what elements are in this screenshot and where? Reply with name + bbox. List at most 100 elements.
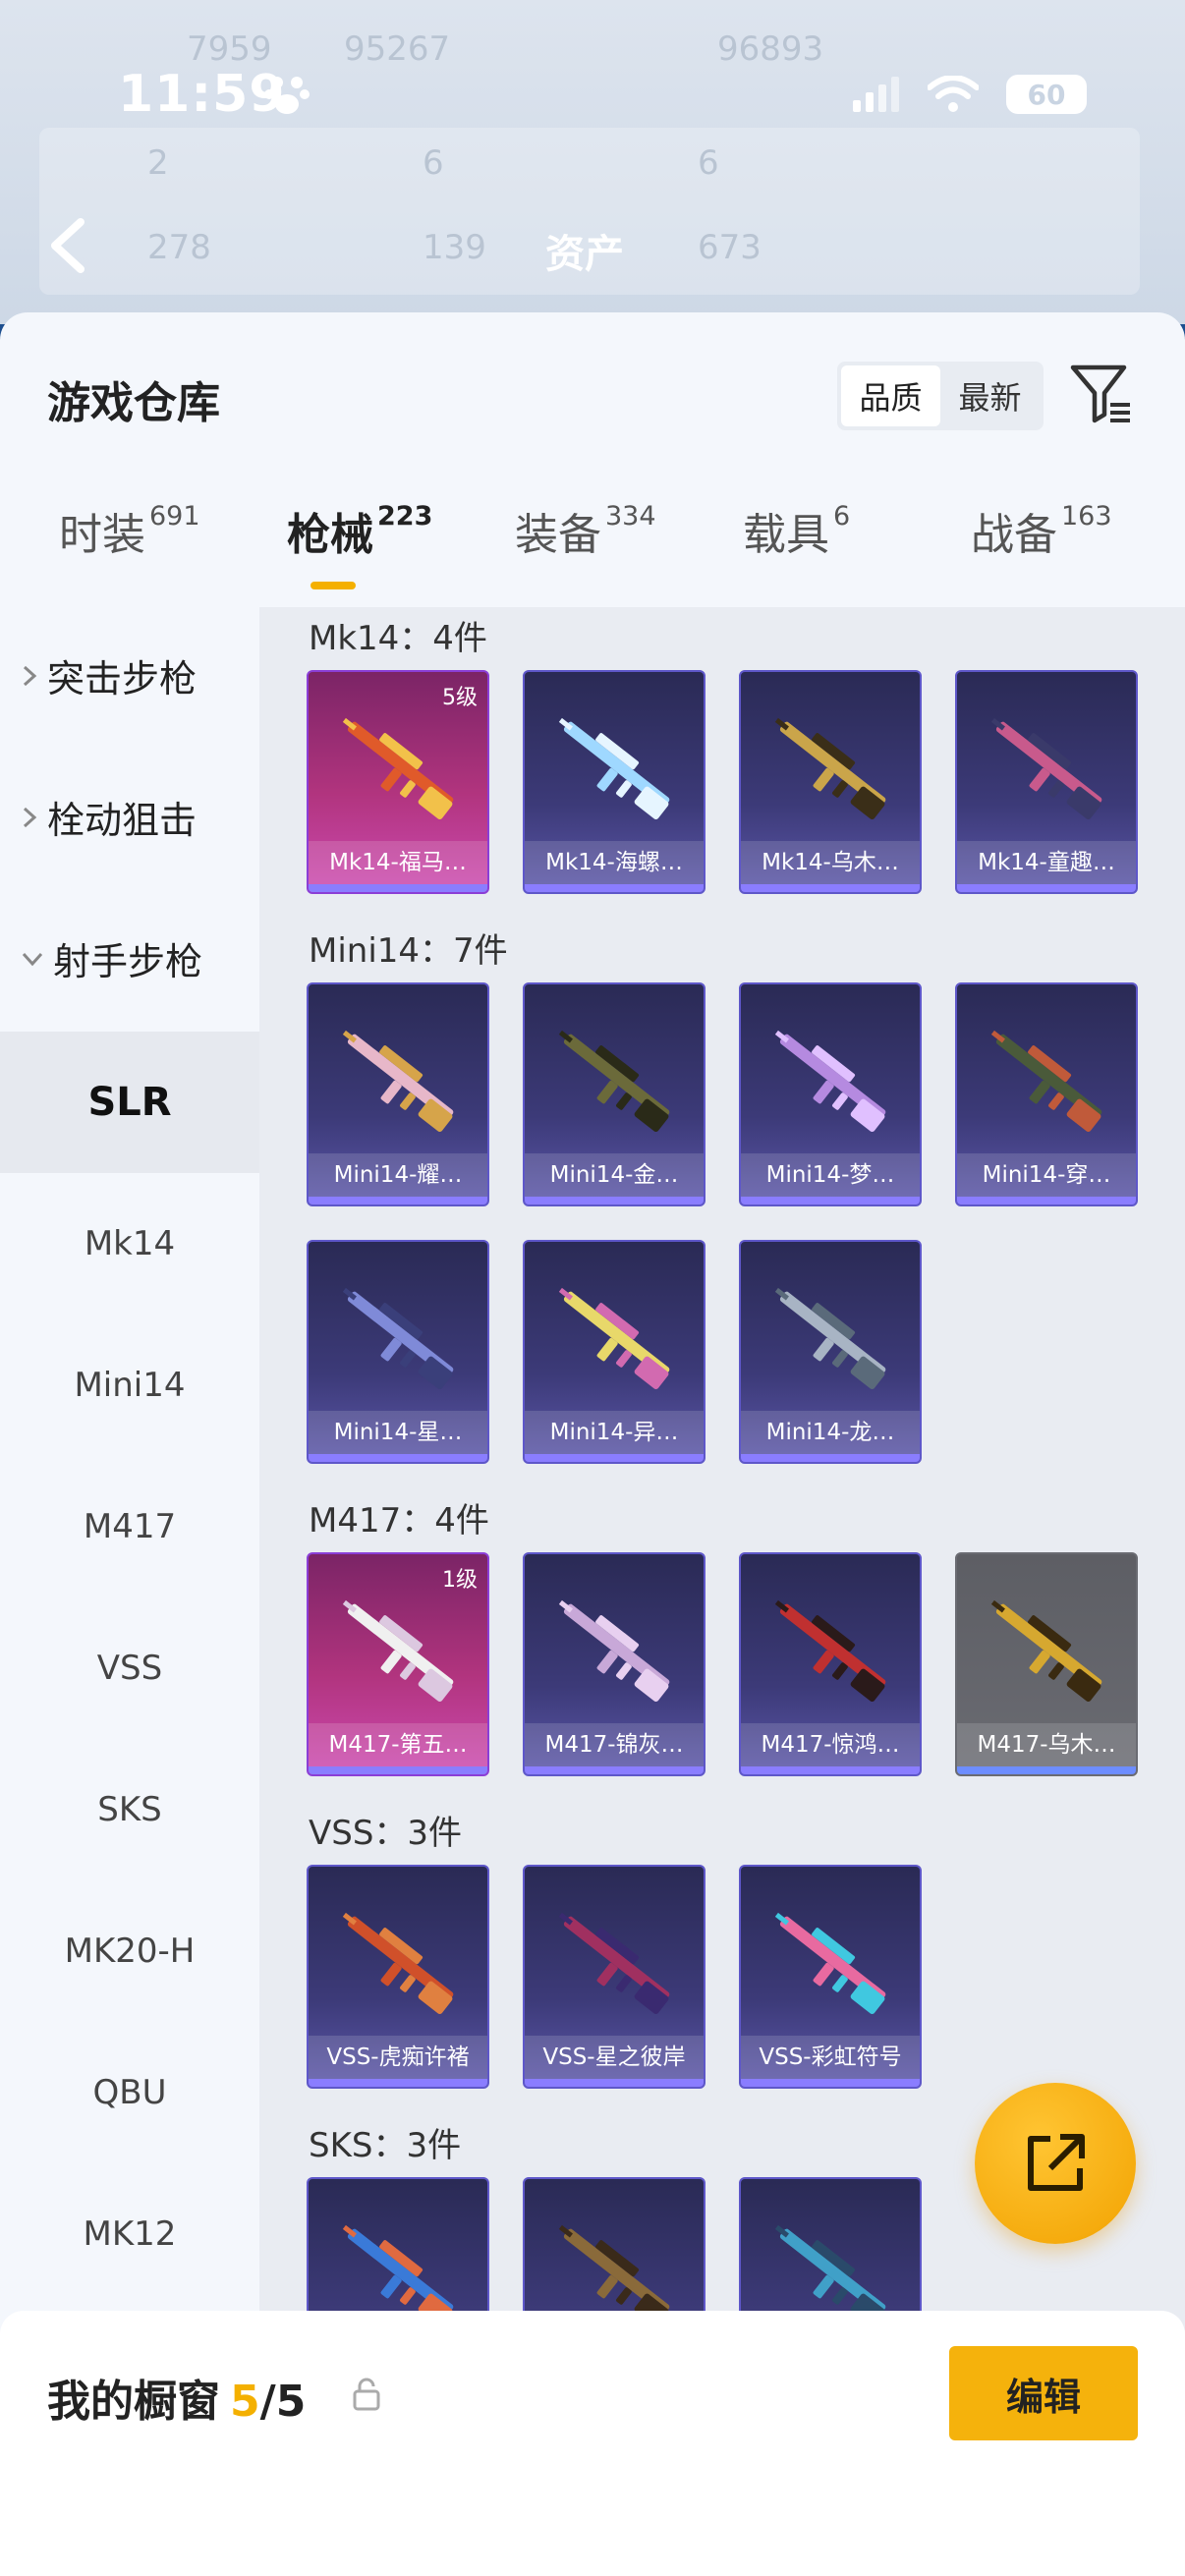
skin-card[interactable]: Mini14-异…	[523, 1240, 705, 1464]
skin-card[interactable]: M417-惊鸿…	[739, 1552, 922, 1776]
card-bottom-bar	[741, 884, 920, 892]
skin-card[interactable]: VSS-虎痴许褚	[307, 1865, 489, 2089]
skin-name: Mini14-穿…	[957, 1153, 1136, 1197]
status-time: 11:59	[118, 65, 286, 124]
rifle-icon	[558, 1030, 670, 1133]
sort-latest-button[interactable]: 最新	[940, 365, 1040, 426]
tab-fashion[interactable]: 时装 691	[59, 499, 200, 562]
category-tabs: 时装 691 枪械 223 装备 334 载具 6 战备 163	[0, 499, 1185, 597]
tab-firearms[interactable]: 枪械 223	[287, 499, 432, 562]
bg-faint-number: 2	[147, 143, 169, 183]
rifle-icon	[774, 1030, 886, 1133]
card-bottom-bar	[957, 1766, 1136, 1774]
tab-count: 163	[1061, 501, 1112, 532]
sidebar-item-marksman-rifle[interactable]: 射手步枪	[20, 931, 202, 985]
skin-card[interactable]: M417-乌木…	[955, 1552, 1138, 1776]
filter-icon[interactable]	[1069, 362, 1134, 426]
edit-button[interactable]: 编辑	[949, 2346, 1138, 2440]
sidebar-subitem-mk14[interactable]: Mk14	[0, 1173, 259, 1315]
skin-name: Mini14-耀…	[309, 1153, 487, 1197]
skin-name: Mk14-福马…	[309, 841, 487, 884]
card-bottom-bar	[309, 1766, 487, 1774]
skin-name: Mk14-海螺…	[525, 841, 704, 884]
skin-card[interactable]: Mk14-海螺…	[523, 670, 705, 894]
group-label: SKS：3件	[309, 2126, 462, 2165]
skin-name: Mini14-异…	[525, 1411, 704, 1454]
skin-card[interactable]	[739, 2177, 922, 2330]
skin-card[interactable]: Mini14-金…	[523, 982, 705, 1206]
card-bottom-bar	[525, 1197, 704, 1204]
rifle-icon	[342, 1030, 454, 1133]
bg-faint-number: 278	[147, 228, 211, 267]
tab-supplies[interactable]: 战备 163	[971, 499, 1112, 562]
tab-count: 6	[833, 501, 851, 532]
skin-card[interactable]: Mk14-童趣…	[955, 670, 1138, 894]
skin-card[interactable]: Mini14-龙…	[739, 1240, 922, 1464]
card-bottom-bar	[525, 2079, 704, 2087]
card-bottom-bar	[741, 1454, 920, 1462]
skin-name: Mini14-龙…	[741, 1411, 920, 1454]
tab-count: 691	[149, 501, 200, 532]
back-icon[interactable]	[45, 216, 92, 275]
skin-name: VSS-彩虹符号	[741, 2036, 920, 2079]
tab-active-indicator	[310, 582, 356, 589]
skin-name: VSS-星之彼岸	[525, 2036, 704, 2079]
skin-card[interactable]	[523, 2177, 705, 2330]
card-bottom-bar	[957, 1197, 1136, 1204]
skin-grid: Mk14：4件 5级 Mk14-福马… Mk14-海螺… Mk14-乌木… Mk14-童趣…	[259, 607, 1185, 2330]
skin-card[interactable]: 5级 Mk14-福马…	[307, 670, 489, 894]
chevron-right-icon	[23, 807, 37, 827]
rifle-icon	[774, 1287, 886, 1390]
sidebar-item-assault-rifle[interactable]: 突击步枪	[20, 648, 197, 702]
tab-label: 装备	[515, 510, 601, 560]
sidebar-subitem-mini14[interactable]: Mini14	[0, 1315, 259, 1456]
card-bottom-bar	[309, 884, 487, 892]
skin-name: M417-第五…	[309, 1723, 487, 1766]
sidebar-subitem-mk12[interactable]: MK12	[0, 2163, 259, 2305]
showcase-separator: /	[259, 2377, 276, 2427]
bg-faint-number: 139	[423, 228, 486, 267]
sidebar-subitem-m417[interactable]: M417	[0, 1456, 259, 1597]
rifle-icon	[342, 1599, 454, 1703]
card-bottom-bar	[957, 884, 1136, 892]
skin-name: Mini14-金…	[525, 1153, 704, 1197]
skin-card[interactable]: Mk14-乌木…	[739, 670, 922, 894]
skin-card[interactable]	[307, 2177, 489, 2330]
signal-icon	[853, 77, 899, 112]
lock-icon	[353, 2378, 380, 2411]
skin-card[interactable]: Mini14-耀…	[307, 982, 489, 1206]
rifle-icon	[342, 1912, 454, 2015]
sidebar-subitem-vss[interactable]: VSS	[0, 1597, 259, 1739]
sidebar-subitem-sks[interactable]: SKS	[0, 1739, 259, 1880]
tab-vehicles[interactable]: 载具 6	[743, 499, 850, 562]
sort-quality-button[interactable]: 品质	[841, 365, 940, 426]
warehouse-sheet: 游戏仓库 品质 最新 时装 691 枪械 223 装备 334 载具 6 战备 163 突…	[0, 312, 1185, 2576]
skin-card[interactable]: Mini14-穿…	[955, 982, 1138, 1206]
card-bottom-bar	[525, 1454, 704, 1462]
rifle-icon	[774, 1912, 886, 2015]
sidebar-subitem-slr[interactable]: SLR	[0, 1032, 259, 1173]
showcase-used-count: 5	[230, 2377, 260, 2427]
tab-count: 334	[605, 501, 656, 532]
skin-level-badge: 1级	[442, 1568, 478, 1593]
showcase-label: 我的橱窗 5 / 5	[47, 2366, 306, 2429]
sidebar-item-bolt-sniper[interactable]: 栓动狙击	[20, 790, 197, 844]
skin-name: M417-锦灰…	[525, 1723, 704, 1766]
skin-card[interactable]: VSS-彩虹符号	[739, 1865, 922, 2089]
skin-card[interactable]: Mini14-星…	[307, 1240, 489, 1464]
rifle-icon	[990, 1599, 1102, 1703]
skin-card[interactable]: Mini14-梦…	[739, 982, 922, 1206]
sidebar-subitem-mk20h[interactable]: MK20-H	[0, 1880, 259, 2022]
tab-label: 枪械	[287, 510, 373, 560]
tab-equipment[interactable]: 装备 334	[515, 499, 656, 562]
rifle-icon	[342, 1287, 454, 1390]
sidebar-subitem-qbu[interactable]: QBU	[0, 2022, 259, 2163]
rifle-icon	[342, 717, 454, 820]
skin-name: M417-乌木…	[957, 1723, 1136, 1766]
skin-card[interactable]: 1级 M417-第五…	[307, 1552, 489, 1776]
group-label: Mk14：4件	[309, 619, 487, 658]
group-label: VSS：3件	[309, 1814, 463, 1853]
share-button[interactable]	[975, 2083, 1136, 2244]
skin-card[interactable]: M417-锦灰…	[523, 1552, 705, 1776]
skin-card[interactable]: VSS-星之彼岸	[523, 1865, 705, 2089]
